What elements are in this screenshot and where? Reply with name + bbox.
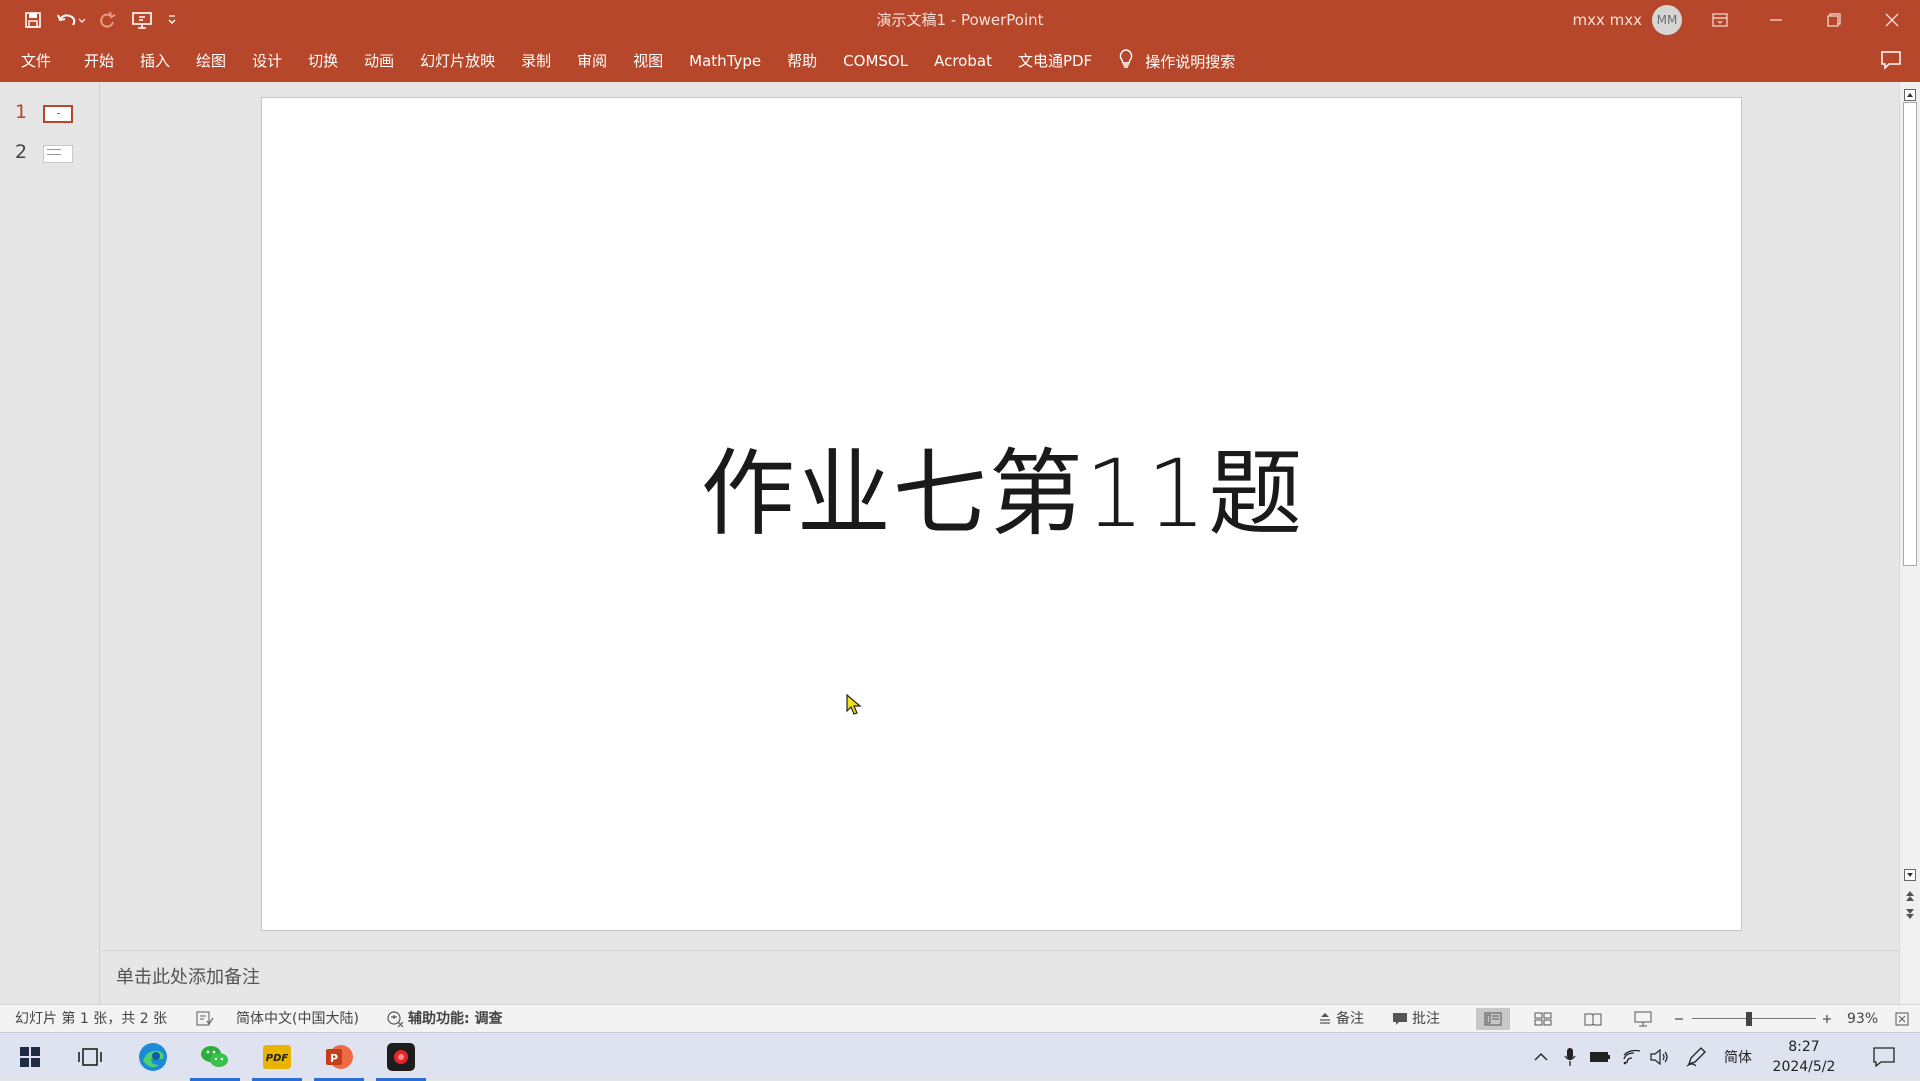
slide-thumbnail-preview[interactable] — [43, 145, 73, 163]
normal-view-icon[interactable] — [1476, 1008, 1510, 1030]
reading-view-icon[interactable] — [1576, 1008, 1610, 1030]
tab-help[interactable]: 帮助 — [774, 40, 830, 82]
input-method-indicator[interactable]: 简体 — [1716, 1033, 1760, 1081]
tell-me-search[interactable]: 操作说明搜索 — [1119, 49, 1235, 73]
tab-animations[interactable]: 动画 — [351, 40, 407, 82]
tab-file[interactable]: 文件 — [0, 40, 71, 82]
slideshow-view-icon[interactable] — [1626, 1008, 1660, 1030]
user-name: mxx mxx — [1572, 11, 1643, 29]
scrollbar-thumb[interactable] — [1903, 102, 1917, 566]
account-area[interactable]: mxx mxx MM — [1572, 0, 1682, 40]
zoom-level[interactable]: 93% — [1847, 1005, 1878, 1033]
accessibility-icon — [387, 1011, 404, 1028]
redo-icon[interactable] — [92, 5, 122, 35]
slide-editing-area: 作业七第11题 — [102, 82, 1899, 950]
edge-icon[interactable] — [128, 1033, 178, 1081]
save-icon[interactable] — [18, 5, 48, 35]
comment-bubble-icon — [1393, 1013, 1407, 1025]
slide-title[interactable]: 作业七第11题 — [262, 418, 1743, 554]
slide-counter: 幻灯片 第 1 张，共 2 张 — [15, 1011, 168, 1027]
slide-thumbnail[interactable]: 1 — [0, 95, 100, 129]
task-view-icon[interactable] — [65, 1033, 115, 1081]
present-from-start-icon[interactable] — [124, 5, 160, 35]
minimize-icon[interactable] — [1748, 0, 1804, 40]
lightbulb-icon — [1119, 49, 1133, 73]
windows-start-icon[interactable] — [5, 1033, 55, 1081]
tab-home[interactable]: 开始 — [71, 40, 127, 82]
close-icon[interactable] — [1864, 0, 1920, 40]
fit-to-window-icon[interactable] — [1895, 1005, 1913, 1033]
notes-toggle-label: 备注 — [1336, 1011, 1364, 1027]
language-status[interactable]: 简体中文(中国大陆) — [236, 1005, 359, 1033]
show-hidden-icons[interactable] — [1530, 1033, 1552, 1081]
slide-sorter-view-icon[interactable] — [1526, 1008, 1560, 1030]
comments-toggle-label: 批注 — [1412, 1011, 1440, 1027]
tab-design[interactable]: 设计 — [239, 40, 295, 82]
zoom-in-icon[interactable] — [1821, 1005, 1837, 1033]
accessibility-status[interactable]: 辅助功能: 调查 — [386, 1005, 502, 1033]
customize-qat-icon[interactable] — [162, 5, 182, 35]
zoom-out-icon[interactable] — [1673, 1005, 1689, 1033]
clock[interactable]: 8:27 2024/5/2 — [1764, 1037, 1844, 1077]
tab-view[interactable]: 视图 — [620, 40, 676, 82]
clock-date: 2024/5/2 — [1772, 1059, 1836, 1075]
scroll-down-icon[interactable] — [1904, 866, 1916, 881]
tab-mathtype[interactable]: MathType — [676, 40, 774, 82]
undo-icon[interactable] — [50, 5, 90, 35]
mouse-pointer-icon — [846, 693, 862, 720]
volume-icon[interactable] — [1648, 1033, 1672, 1081]
tab-draw[interactable]: 绘图 — [183, 40, 239, 82]
quick-access-toolbar — [18, 0, 184, 40]
tab-insert[interactable]: 插入 — [127, 40, 183, 82]
restore-icon[interactable] — [1806, 0, 1862, 40]
taskbar: PDF P 简体 8:27 2024/5/2 — [0, 1032, 1920, 1081]
notes-pane[interactable]: 单击此处添加备注 — [102, 950, 1899, 1004]
zoom-slider[interactable] — [1692, 1018, 1816, 1019]
svg-text:PDF: PDF — [266, 1053, 289, 1064]
next-slide-icon[interactable] — [1904, 906, 1916, 919]
svg-text:P: P — [330, 1052, 338, 1065]
pen-icon[interactable] — [1684, 1033, 1708, 1081]
notes-toggle-button[interactable]: 备注 — [1318, 1005, 1364, 1033]
vertical-scrollbar[interactable] — [1899, 82, 1920, 1004]
slide-number: 1 — [15, 101, 28, 123]
slide-thumbnail-preview[interactable] — [43, 105, 73, 123]
tab-comsol[interactable]: COMSOL — [830, 40, 921, 82]
tab-slideshow[interactable]: 幻灯片放映 — [407, 40, 508, 82]
tab-record[interactable]: 录制 — [508, 40, 564, 82]
wechat-icon[interactable] — [190, 1033, 240, 1081]
powerpoint-icon[interactable]: P — [314, 1033, 364, 1081]
slide-canvas[interactable]: 作业七第11题 — [261, 97, 1742, 931]
avatar[interactable]: MM — [1652, 5, 1682, 35]
accessibility-label: 辅助功能: 调查 — [408, 1011, 503, 1027]
recorder-icon[interactable] — [376, 1033, 426, 1081]
notes-placeholder[interactable]: 单击此处添加备注 — [116, 963, 260, 989]
title-bar: 演示文稿1 - PowerPoint mxx mxx MM — [0, 0, 1920, 40]
comments-icon[interactable] — [1880, 50, 1902, 74]
scroll-up-icon[interactable] — [1904, 86, 1916, 101]
spell-check-icon[interactable] — [196, 1005, 218, 1033]
notification-center-icon[interactable] — [1864, 1033, 1904, 1081]
tab-wendiantong-pdf[interactable]: 文电通PDF — [1005, 40, 1105, 82]
previous-slide-icon[interactable] — [1904, 888, 1916, 901]
slide-thumbnail[interactable]: 2 — [0, 135, 100, 169]
slide-number: 2 — [15, 141, 28, 163]
tab-acrobat[interactable]: Acrobat — [921, 40, 1005, 82]
tell-me-label: 操作说明搜索 — [1145, 52, 1236, 71]
ribbon-display-options-icon[interactable] — [1692, 0, 1748, 40]
tab-transitions[interactable]: 切换 — [295, 40, 351, 82]
clock-time: 8:27 — [1788, 1039, 1820, 1055]
slide-thumbnail-pane: 1 2 — [0, 82, 100, 1004]
status-bar: 幻灯片 第 1 张，共 2 张 简体中文(中国大陆) 辅助功能: 调查 备注 批… — [0, 1004, 1920, 1032]
wifi-icon[interactable] — [1620, 1033, 1644, 1081]
ribbon-tabs: 文件 开始 插入 绘图 设计 切换 动画 幻灯片放映 录制 审阅 视图 Math… — [0, 40, 1920, 82]
zoom-slider-thumb[interactable] — [1746, 1012, 1752, 1026]
pdf-app-icon[interactable]: PDF — [252, 1033, 302, 1081]
microphone-icon[interactable] — [1560, 1033, 1580, 1081]
battery-icon[interactable] — [1588, 1033, 1612, 1081]
notes-icon — [1320, 1013, 1330, 1024]
tab-review[interactable]: 审阅 — [564, 40, 620, 82]
comments-toggle-button[interactable]: 批注 — [1392, 1005, 1440, 1033]
